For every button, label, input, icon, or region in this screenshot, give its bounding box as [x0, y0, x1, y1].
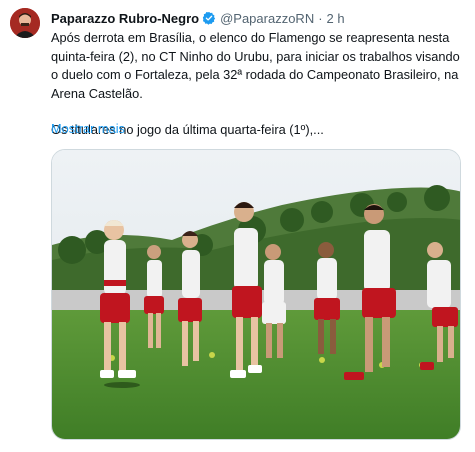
author-handle[interactable]: @PaparazzoRN [220, 11, 314, 26]
tweet-card[interactable]: Paparazzo Rubro-Negro @PaparazzoRN · 2 h… [0, 0, 475, 452]
tweet-paragraph-1: Após derrota em Brasília, o elenco do Fl… [51, 30, 460, 101]
tweet-header: Paparazzo Rubro-Negro @PaparazzoRN · 2 h [51, 9, 345, 27]
tweet-photo[interactable] [51, 149, 461, 440]
avatar[interactable] [10, 8, 40, 38]
training-photo [52, 150, 460, 439]
show-more-link[interactable]: Mostrar mais [51, 121, 125, 136]
verified-badge-icon [202, 11, 216, 25]
separator-dot: · [318, 10, 323, 26]
timestamp[interactable]: 2 h [327, 11, 345, 26]
author-name[interactable]: Paparazzo Rubro-Negro [51, 11, 199, 26]
